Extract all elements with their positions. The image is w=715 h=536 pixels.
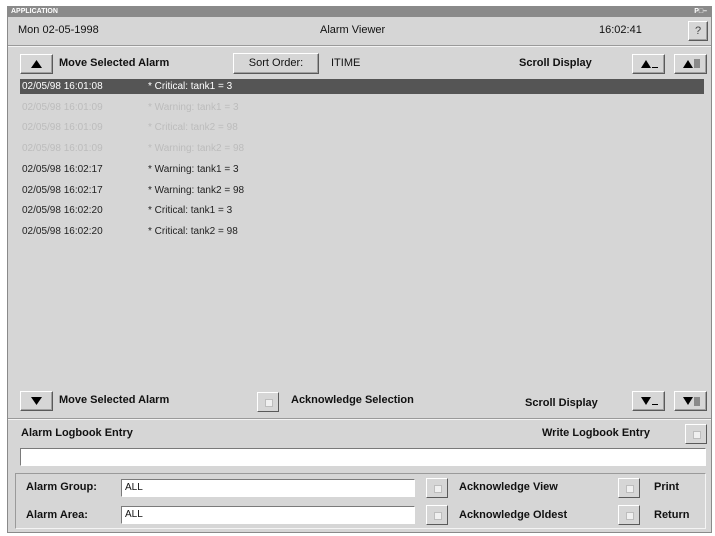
scroll-display-label-top: Scroll Display	[519, 57, 592, 69]
alarm-time: 02/05/98 16:02:20	[22, 205, 103, 216]
scroll-top-button[interactable]	[674, 54, 707, 74]
arrow-up-top-icon	[683, 59, 700, 68]
logbook-label: Alarm Logbook Entry	[21, 427, 133, 439]
alarm-time: 02/05/98 16:02:17	[22, 185, 103, 196]
app-title: APPLICATION	[11, 8, 58, 15]
print-label: Print	[654, 481, 680, 493]
write-logbook-label: Write Logbook Entry	[542, 427, 650, 439]
help-button[interactable]: ?	[688, 21, 708, 41]
alarm-message: * Critical: tank2 = 98	[148, 226, 238, 237]
acknowledge-view-label: Acknowledge View	[459, 481, 558, 493]
alarm-time: 02/05/98 16:01:09	[22, 102, 103, 113]
alarm-message: * Critical: tank2 = 98	[148, 122, 238, 133]
alarm-row[interactable]: 02/05/98 16:02:17 * Warning: tank1 = 3	[20, 162, 704, 177]
alarm-group-label: Alarm Group:	[26, 481, 97, 493]
alarm-message: * Critical: tank1 = 3	[148, 205, 233, 216]
alarm-row[interactable]: 02/05/98 16:01:09 * Warning: tank2 = 98	[20, 141, 704, 156]
alarm-time: 02/05/98 16:02:20	[22, 226, 103, 237]
arrow-up-bar-icon	[641, 60, 658, 68]
arrow-down-icon	[31, 397, 42, 405]
alarm-message: * Warning: tank1 = 3	[148, 164, 239, 175]
alarm-row[interactable]: 02/05/98 16:01:09 * Critical: tank2 = 98	[20, 120, 704, 135]
return-label: Return	[654, 509, 690, 521]
alarm-row[interactable]: 02/05/98 16:01:08 * Critical: tank1 = 3	[20, 79, 704, 94]
scroll-bottom-button[interactable]	[674, 391, 707, 411]
logbook-entry-input[interactable]	[20, 448, 706, 466]
write-logbook-button[interactable]	[685, 424, 707, 444]
acknowledge-selection-label: Acknowledge Selection	[291, 394, 414, 406]
arrow-up-icon	[31, 60, 42, 68]
acknowledge-oldest-button[interactable]	[426, 505, 448, 525]
scroll-up-button[interactable]	[632, 54, 665, 74]
window-controls[interactable]: P□–	[694, 7, 707, 17]
alarm-group-input[interactable]: ALL	[121, 479, 415, 497]
sort-order-button[interactable]: Sort Order:	[233, 53, 319, 74]
scroll-display-label-bottom: Scroll Display	[525, 397, 598, 409]
header-date: Mon 02-05-1998	[18, 24, 99, 36]
alarm-row[interactable]: 02/05/98 16:02:20 * Critical: tank2 = 98	[20, 224, 704, 239]
header-time: 16:02:41	[599, 24, 642, 36]
return-button[interactable]	[618, 505, 640, 525]
alarm-area-input[interactable]: ALL	[121, 506, 415, 524]
scroll-down-button[interactable]	[632, 391, 665, 411]
move-down-label: Move Selected Alarm	[59, 394, 170, 406]
alarm-row[interactable]: 02/05/98 16:01:09 * Warning: tank1 = 3	[20, 100, 704, 115]
alarm-time: 02/05/98 16:01:09	[22, 143, 103, 154]
alarm-time: 02/05/98 16:01:09	[22, 122, 103, 133]
print-button[interactable]	[618, 478, 640, 498]
alarm-time: 02/05/98 16:01:08	[22, 81, 103, 92]
arrow-down-bar-icon	[641, 397, 658, 405]
sort-order-value: ITIME	[331, 57, 361, 69]
acknowledge-selection-button[interactable]	[257, 392, 279, 412]
alarm-row[interactable]: 02/05/98 16:02:20 * Critical: tank1 = 3	[20, 203, 704, 218]
alarm-viewer-window: APPLICATION P□– Mon 02-05-1998 Alarm Vie…	[7, 6, 712, 533]
alarm-row[interactable]: 02/05/98 16:02:17 * Warning: tank2 = 98	[20, 183, 704, 198]
move-up-label: Move Selected Alarm	[59, 57, 170, 69]
page-title: Alarm Viewer	[320, 24, 386, 36]
move-alarm-down-button[interactable]	[20, 391, 53, 411]
title-bar: APPLICATION P□–	[8, 7, 711, 17]
alarm-message: * Warning: tank2 = 98	[148, 143, 245, 154]
alarm-time: 02/05/98 16:02:17	[22, 164, 103, 175]
alarm-message: * Warning: tank2 = 98	[148, 185, 245, 196]
list-separator	[8, 418, 711, 420]
alarm-message: * Critical: tank1 = 3	[148, 81, 233, 92]
alarm-message: * Warning: tank1 = 3	[148, 102, 239, 113]
alarm-list[interactable]: 02/05/98 16:01:08 * Critical: tank1 = 3 0…	[20, 79, 705, 389]
acknowledge-view-button[interactable]	[426, 478, 448, 498]
acknowledge-oldest-label: Acknowledge Oldest	[459, 509, 568, 521]
move-alarm-up-button[interactable]	[20, 54, 53, 74]
arrow-down-bottom-icon	[683, 397, 700, 406]
header-separator	[8, 45, 711, 47]
alarm-area-label: Alarm Area:	[26, 509, 88, 521]
